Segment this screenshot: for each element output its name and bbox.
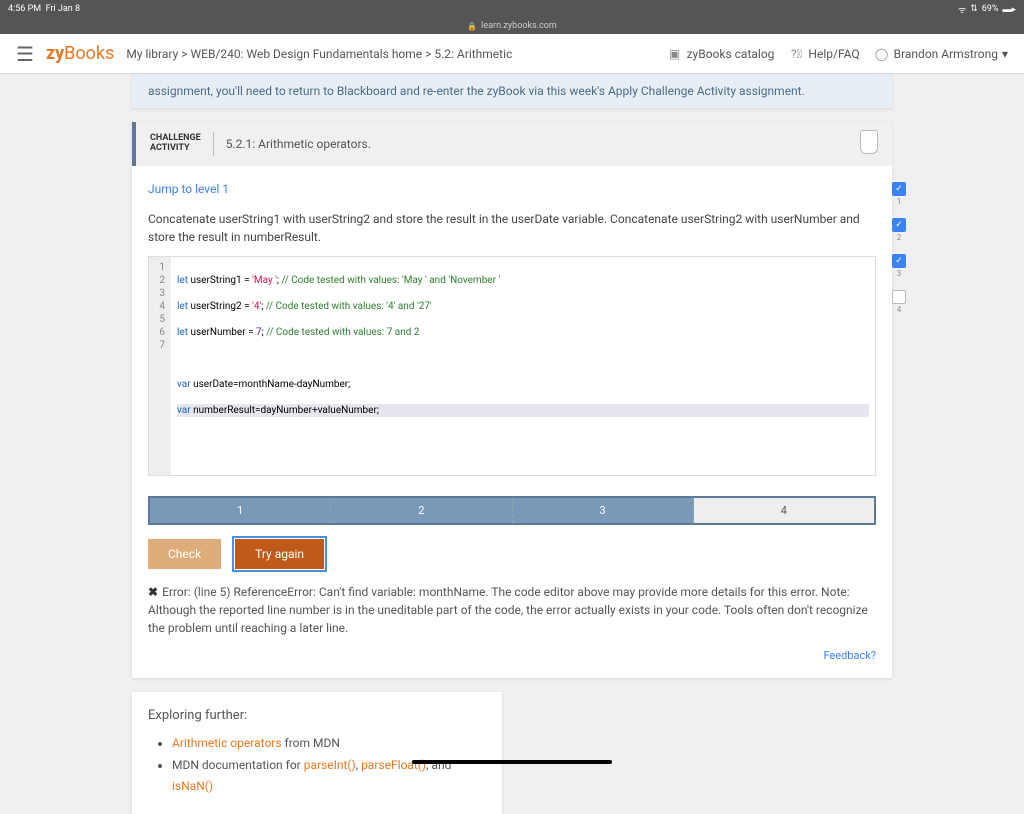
error-x-icon: ✖ — [148, 585, 158, 599]
feedback-link[interactable]: Feedback? — [148, 649, 876, 662]
wifi-icon: ᯤ — [958, 3, 966, 16]
try-again-button[interactable]: Try again — [235, 539, 324, 569]
step-1[interactable]: 1 — [150, 498, 331, 523]
catalog-icon: ▣ — [667, 46, 683, 62]
error-message: ✖Error: (line 5) ReferenceError: Can't f… — [148, 583, 876, 637]
breadcrumb[interactable]: My library > WEB/240: Web Design Fundame… — [126, 47, 654, 61]
site-navbar: ☰ zyBooks My library > WEB/240: Web Desi… — [0, 34, 1024, 74]
signal-icon: ⇅ — [970, 4, 978, 14]
divider — [213, 132, 214, 156]
step-2[interactable]: 2 — [331, 498, 512, 523]
battery-icon: ▬▸ — [1002, 4, 1016, 15]
instructions-text: Concatenate userString1 with userString2… — [148, 210, 876, 246]
bookmark-icon[interactable] — [860, 130, 878, 154]
step-3[interactable]: 3 — [513, 498, 694, 523]
challenge-card: CHALLENGE ACTIVITY 5.2.1: Arithmetic ope… — [132, 122, 892, 678]
url-text: learn.zybooks.com — [481, 21, 557, 31]
isnan-link[interactable]: isNaN() — [172, 779, 213, 793]
tracker-step-3[interactable]: ✓ — [892, 254, 906, 268]
check-button[interactable]: Check — [148, 539, 221, 569]
status-time: 4:56 PM — [8, 4, 41, 14]
chevron-down-icon: ▾ — [1002, 47, 1008, 61]
challenge-label-2: ACTIVITY — [150, 144, 201, 154]
jump-to-level-link[interactable]: Jump to level 1 — [148, 182, 876, 196]
explore-card: Exploring further: Arithmetic operators … — [132, 692, 502, 814]
code-editor[interactable]: 1234567 let userString1 = 'May '; // Cod… — [148, 256, 876, 476]
battery-percent: 69% — [982, 4, 999, 14]
challenge-title: 5.2.1: Arithmetic operators. — [226, 137, 371, 151]
tracker-step-1[interactable]: ✓ — [892, 182, 906, 196]
challenge-header: CHALLENGE ACTIVITY 5.2.1: Arithmetic ope… — [132, 122, 892, 166]
hamburger-menu-icon[interactable]: ☰ — [16, 42, 34, 66]
steps-bar: 1 2 3 4 — [148, 496, 876, 525]
help-icon: ?⃝ — [788, 46, 804, 62]
explore-item-1: Arithmetic operators from MDN — [172, 733, 486, 755]
help-link[interactable]: ?⃝Help/FAQ — [788, 46, 859, 62]
browser-urlbar: 🔒 learn.zybooks.com — [0, 18, 1024, 34]
progress-tracker: ✓1 ✓2 ✓3 4 — [892, 182, 906, 314]
arithmetic-operators-link[interactable]: Arithmetic operators — [172, 736, 282, 750]
main-card: assignment, you'll need to return to Bla… — [132, 74, 892, 108]
home-indicator — [412, 760, 612, 764]
step-4-current[interactable]: 4 — [694, 498, 874, 523]
explore-title: Exploring further: — [148, 708, 486, 723]
lock-icon: 🔒 — [467, 22, 477, 31]
site-logo[interactable]: zyBooks — [46, 43, 114, 64]
code-area[interactable]: let userString1 = 'May '; // Code tested… — [171, 257, 875, 475]
user-menu[interactable]: ◯Brandon Armstrong ▾ — [874, 46, 1008, 62]
device-statusbar: 4:56 PM Fri Jan 8 ᯤ ⇅ 69% ▬▸ — [0, 0, 1024, 18]
line-gutter: 1234567 — [149, 257, 171, 475]
tracker-step-2[interactable]: ✓ — [892, 218, 906, 232]
catalog-link[interactable]: ▣zyBooks catalog — [667, 46, 775, 62]
notice-banner: assignment, you'll need to return to Bla… — [132, 74, 892, 108]
parseint-link[interactable]: parseInt() — [304, 758, 356, 772]
user-icon: ◯ — [874, 46, 890, 62]
status-date: Fri Jan 8 — [46, 4, 80, 14]
tracker-step-4[interactable] — [892, 290, 906, 304]
